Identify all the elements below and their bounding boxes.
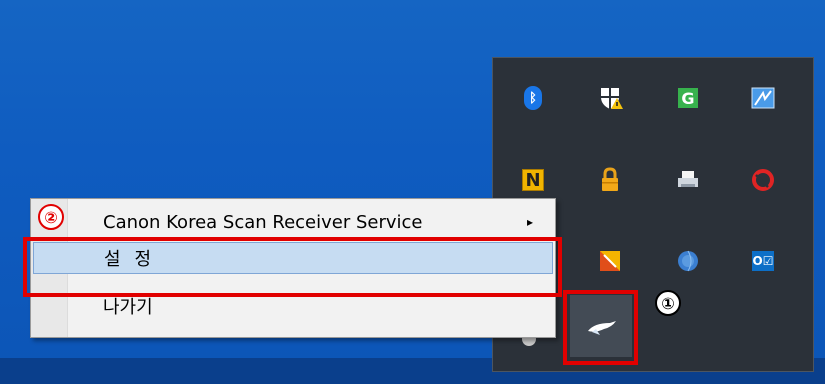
blue-app-icon[interactable] <box>750 85 776 111</box>
yellow-app-icon[interactable] <box>597 248 623 274</box>
blue-globe-icon[interactable] <box>675 248 701 274</box>
security-shield-warning-icon[interactable] <box>597 85 623 111</box>
red-ring-icon[interactable] <box>750 167 776 193</box>
bluetooth-icon[interactable]: ᛒ <box>520 85 546 111</box>
padlock-icon[interactable] <box>597 167 623 193</box>
step-2-badge: ② <box>38 204 64 230</box>
n-app-icon[interactable]: N <box>520 167 546 193</box>
step-1-badge: ① <box>655 290 681 316</box>
green-g-icon[interactable]: G <box>675 85 701 111</box>
highlight-box-scanner-icon <box>563 290 638 365</box>
submenu-arrow-icon: ▸ <box>526 215 533 229</box>
highlight-box-settings <box>23 237 562 297</box>
menu-item-canon-scan-receiver[interactable]: Canon Korea Scan Receiver Service ▸ <box>33 206 553 238</box>
printer-icon[interactable] <box>675 167 701 193</box>
menu-item-label: Canon Korea Scan Receiver Service <box>103 211 423 233</box>
outlook-icon[interactable]: O☑ <box>750 248 776 274</box>
